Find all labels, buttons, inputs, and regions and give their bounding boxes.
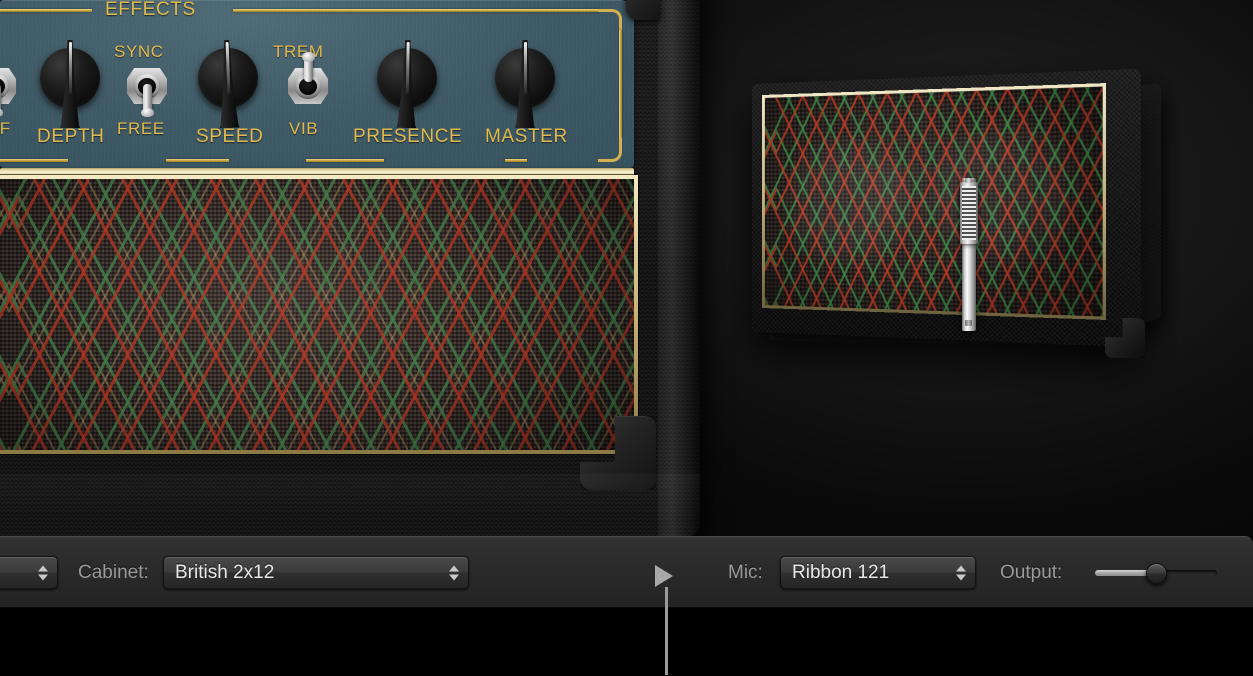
cabinet-selected-value: British 2x12: [175, 561, 275, 583]
knob-pointer: [512, 40, 538, 128]
output-field-label: Output:: [1000, 562, 1063, 583]
amp-control-panel: EFFECTS ON OFF DE: [0, 0, 634, 168]
stepper-arrows-icon[interactable]: [956, 565, 966, 580]
cabinet-popup-menu[interactable]: British 2x12: [163, 556, 469, 589]
cabinet-grille: [762, 83, 1107, 320]
mic-base-connector: [965, 320, 972, 326]
chevron-up-icon: [38, 565, 48, 571]
gold-trim-right: [619, 30, 622, 138]
master-label: MASTER: [485, 126, 568, 147]
gold-trim-bottom-3: [306, 159, 384, 162]
slider-thumb[interactable]: [1146, 563, 1167, 584]
stepper-arrows-icon[interactable]: [38, 565, 48, 580]
knob-highlight: [68, 42, 72, 94]
presence-knob[interactable]: [370, 40, 444, 132]
chevron-down-icon: [956, 574, 966, 580]
trem-vib-toggle[interactable]: [285, 52, 331, 122]
gold-trim-corner-bottom-right: [598, 138, 622, 162]
gold-trim-top-left: [0, 9, 92, 12]
grille-shading: [0, 179, 634, 450]
knob-pointer: [214, 40, 243, 129]
output-level-slider[interactable]: [1095, 563, 1217, 584]
callout-stem-line: [665, 587, 668, 675]
toggle-lever[interactable]: [301, 52, 315, 82]
panel-gold-piping: [0, 168, 634, 179]
cabinet-field-label: Cabinet:: [78, 562, 149, 583]
gold-trim-bottom-4: [505, 159, 527, 162]
chevron-down-icon: [38, 574, 48, 580]
mic-field-label: Mic:: [728, 562, 763, 583]
toggle-lever[interactable]: [0, 84, 3, 117]
knob-highlight: [523, 42, 527, 94]
play-triangle-icon: [655, 565, 673, 587]
effects-section-label: EFFECTS: [105, 0, 196, 20]
chevron-up-icon: [956, 565, 966, 571]
gold-trim-top-right: [233, 9, 600, 12]
toolbar-content: Cabinet: British 2x12 Mic: Ribbon 121 Ou…: [0, 537, 1253, 609]
speed-label: SPEED: [196, 126, 264, 147]
sync-free-toggle[interactable]: [124, 58, 170, 122]
amp-scene: EFFECTS ON OFF DE: [0, 0, 1253, 536]
knob-pointer: [57, 40, 83, 128]
chevron-down-icon: [449, 574, 459, 580]
effects-on-off-toggle[interactable]: [0, 58, 19, 122]
mic-top-cap: [965, 178, 972, 183]
amp-designer-plugin-window: EFFECTS ON OFF DE: [0, 0, 1253, 676]
corner-protector-top-right: [626, 0, 660, 20]
mic-selected-value: Ribbon 121: [792, 561, 890, 583]
master-knob[interactable]: [488, 40, 562, 132]
speed-knob[interactable]: [191, 40, 265, 132]
cabinet-side-seam: [658, 0, 700, 536]
stepper-arrows-icon[interactable]: [449, 565, 459, 580]
ribbon-microphone[interactable]: [959, 178, 979, 331]
mic-grille-head: [960, 182, 978, 244]
amp-head-cabinet: EFFECTS ON OFF DE: [0, 0, 700, 536]
gold-trim-bottom-1: [0, 159, 68, 162]
chevron-up-icon: [449, 565, 459, 571]
toggle-lever[interactable]: [140, 84, 154, 117]
plugin-bottom-toolbar: Cabinet: British 2x12 Mic: Ribbon 121 Ou…: [0, 536, 1253, 608]
depth-label: DEPTH: [37, 126, 105, 147]
presence-label: PRESENCE: [353, 126, 463, 147]
effects-off-label: OFF: [0, 119, 11, 138]
mic-position-callout: [655, 565, 681, 675]
gold-trim-bottom-2: [166, 159, 229, 162]
depth-knob[interactable]: [33, 40, 107, 132]
vib-label: VIB: [289, 119, 319, 138]
amp-model-popup-truncated[interactable]: [0, 556, 58, 589]
amp-speaker-grille: [0, 179, 634, 450]
cabinet-display[interactable]: [742, 68, 1202, 378]
mic-popup-menu[interactable]: Ribbon 121: [780, 556, 976, 589]
cabinet-grille-shading: [764, 86, 1103, 317]
knob-pointer: [393, 40, 421, 128]
free-label: FREE: [117, 119, 165, 138]
